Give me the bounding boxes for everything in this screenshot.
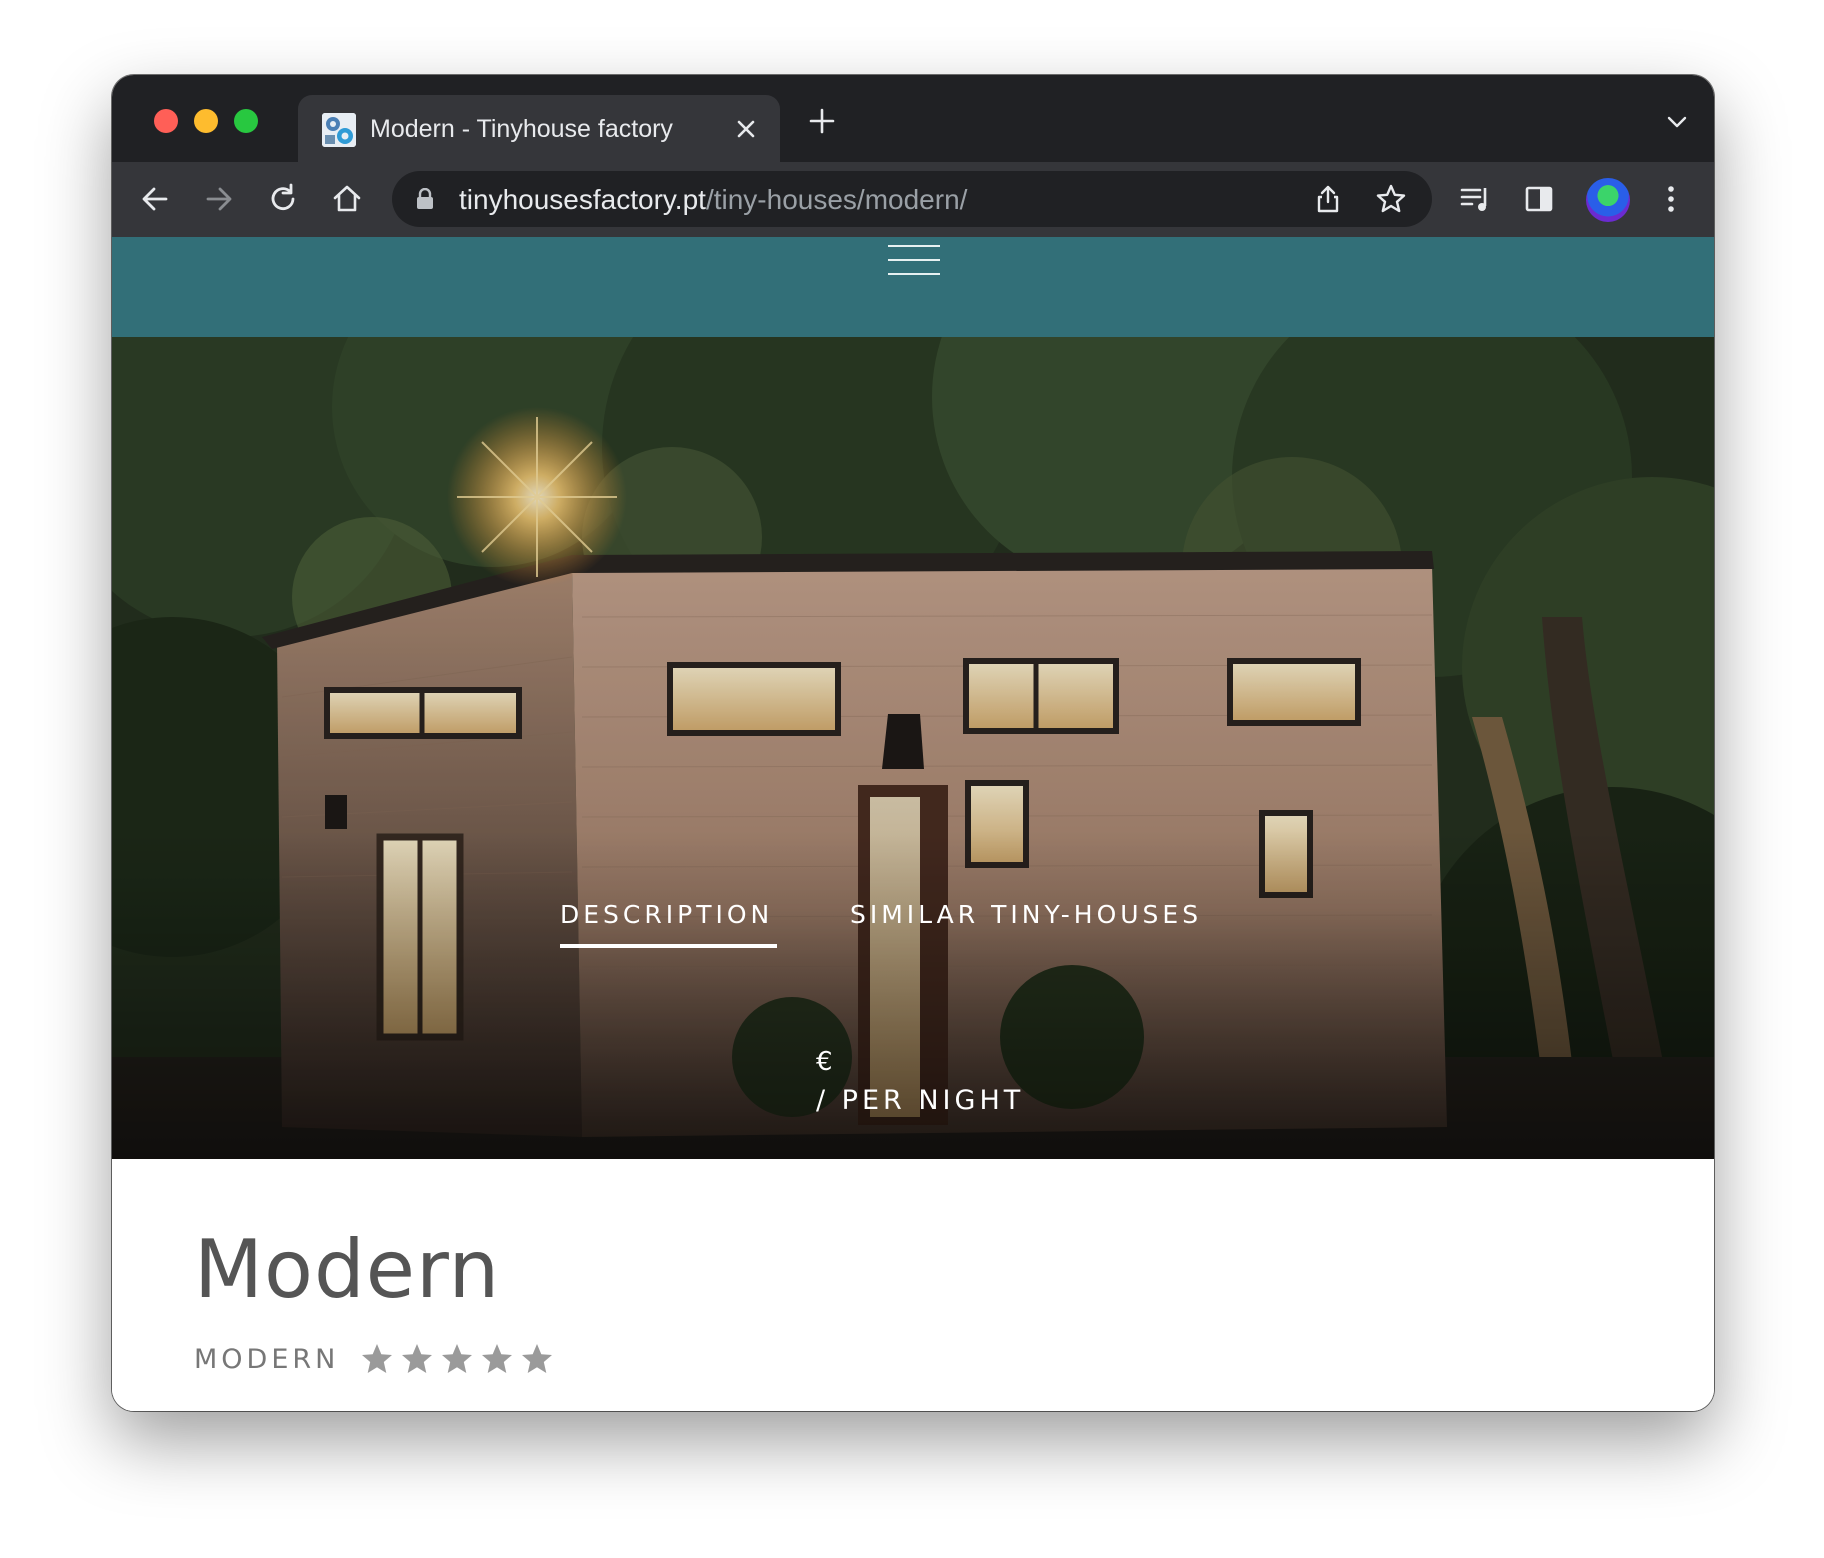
tab-strip: Modern - Tinyhouse factory [112, 75, 1714, 162]
lock-icon[interactable] [416, 188, 434, 210]
content-tabs: DESCRIPTION SIMILAR TINY-HOUSES [112, 900, 1714, 960]
rating-star-icon [402, 1344, 433, 1373]
listing-meta: MODERN [194, 1339, 555, 1379]
price-block: € / PER NIGHT [816, 1047, 1024, 1116]
hamburger-menu-icon[interactable] [888, 245, 940, 279]
url-text[interactable]: tinyhousesfactory.pt/tiny-houses/modern/ [459, 184, 967, 216]
minimize-window-button[interactable] [194, 109, 218, 133]
bookmark-star-icon[interactable] [1374, 182, 1408, 216]
rating-star-icon [482, 1344, 513, 1373]
page-title: Modern [194, 1223, 501, 1316]
back-arrow-icon[interactable] [136, 180, 174, 218]
tinyhouse-favicon [322, 113, 356, 147]
home-icon[interactable] [328, 180, 366, 218]
url-path: /tiny-houses/modern/ [705, 184, 968, 215]
media-controls-icon[interactable] [1456, 180, 1494, 218]
close-window-button[interactable] [154, 109, 178, 133]
rating-star-icon [442, 1344, 473, 1373]
tab-title: Modern - Tinyhouse factory [370, 115, 673, 143]
price-currency: € [816, 1047, 833, 1077]
page-viewport: DESCRIPTION SIMILAR TINY-HOUSES € / PER … [112, 237, 1714, 1411]
star-rating [359, 1341, 555, 1377]
browser-tab-active[interactable]: Modern - Tinyhouse factory [298, 95, 780, 162]
zoom-window-button[interactable] [234, 109, 258, 133]
listing-content: Modern MODERN [112, 1159, 1714, 1411]
profile-avatar[interactable] [1586, 178, 1630, 222]
rating-star-icon [522, 1344, 553, 1373]
tiny-house-photo [112, 337, 1714, 1159]
share-icon[interactable] [1312, 183, 1344, 215]
category-label: MODERN [194, 1343, 340, 1375]
browser-window: Modern - Tinyhouse factory tinyhousesfac… [112, 75, 1714, 1411]
kebab-menu-icon[interactable] [1652, 180, 1690, 218]
side-panel-icon[interactable] [1520, 180, 1558, 218]
plus-icon[interactable] [806, 105, 838, 137]
tab-similar-tiny-houses[interactable]: SIMILAR TINY-HOUSES [850, 900, 1202, 929]
price-per-night: / PER NIGHT [816, 1085, 1025, 1116]
hero-image: DESCRIPTION SIMILAR TINY-HOUSES € / PER … [112, 337, 1714, 1159]
address-bar[interactable]: tinyhousesfactory.pt/tiny-houses/modern/ [392, 171, 1432, 227]
reload-icon[interactable] [264, 180, 302, 218]
browser-toolbar: tinyhousesfactory.pt/tiny-houses/modern/ [112, 162, 1714, 237]
forward-arrow-icon[interactable] [200, 180, 238, 218]
url-host: tinyhousesfactory.pt [459, 184, 706, 215]
site-header-bar [112, 237, 1714, 337]
rating-star-icon [362, 1344, 393, 1373]
chevron-down-icon[interactable] [1666, 111, 1688, 133]
tab-description[interactable]: DESCRIPTION [560, 900, 778, 948]
close-icon[interactable] [732, 115, 760, 143]
